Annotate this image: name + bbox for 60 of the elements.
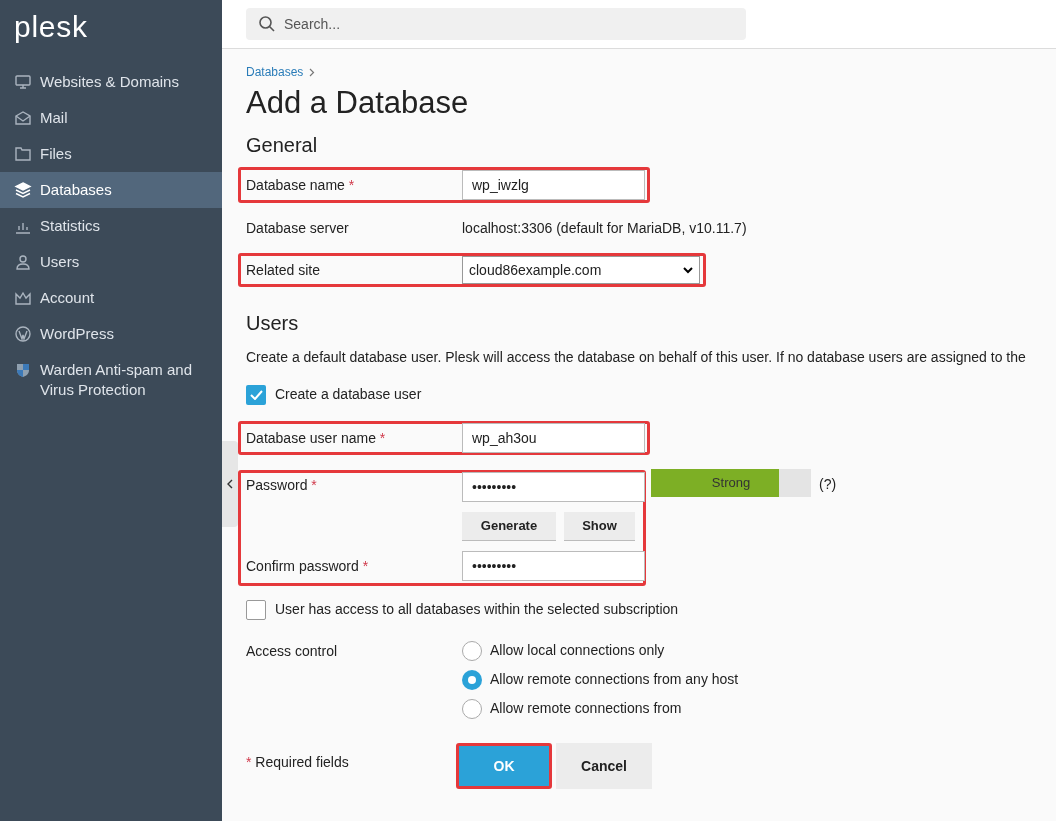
field-label: Database user name * [246,428,387,448]
radio-button[interactable] [462,669,482,690]
person-icon [14,253,32,271]
field-label: Database server [246,218,350,238]
section-heading: Users [245,311,300,336]
sidebar-item[interactable]: Databases [0,172,222,208]
checkbox-label[interactable]: Create a database user [275,384,422,405]
button[interactable]: Show [564,512,635,540]
envelope-icon [14,109,32,127]
layers-icon [14,181,32,199]
sidebar-item[interactable]: Mail [0,100,222,136]
password-field[interactable]: ••••••••• [462,551,645,581]
radio-button[interactable] [462,640,482,661]
plesk-logo[interactable]: plesk [14,10,88,43]
field-value: localhost:3306 (default for MariaDB, v10.11.7) [462,218,747,238]
breadcrumb-link[interactable]: Databases [246,63,304,81]
sidebar-item[interactable]: Files [0,136,222,172]
page-title: Add a Database [245,84,470,122]
field-label: Confirm password * [246,556,370,576]
field-label: Access control [246,642,339,661]
wordpress-icon [14,325,32,343]
radio-label[interactable]: Allow local connections only [490,640,665,661]
field-label: Related site [246,260,321,280]
text-field[interactable]: wp_ah3ou [462,423,645,453]
sidebar-item[interactable]: Users [0,244,222,280]
crown-icon [14,289,32,307]
sidebar-item[interactable]: WordPress [0,316,222,352]
field-label: Database name * [246,175,356,195]
cancel-button[interactable]: Cancel [556,743,652,789]
search-icon [258,15,276,33]
strength-label: Strong [711,474,751,493]
section-description: Create a default database user. Plesk will access the database on behalf of this user. If no database users are assigned to the [245,348,1027,367]
checkbox[interactable] [246,384,266,405]
required-note: * Required fields [246,752,350,772]
folder-icon [14,145,32,163]
radio-label[interactable]: Allow remote connections from any host [490,669,739,690]
monitor-icon [14,73,32,91]
help-link[interactable]: (?) [819,474,837,495]
search-input: Search... [284,13,734,35]
radio-label[interactable]: Allow remote connections from [490,698,682,719]
checkmark-icon [249,389,263,400]
site-dropdown[interactable]: cloud86example.com [462,256,700,284]
sidebar-item[interactable]: Websites & Domains [0,64,222,100]
sidebar-item[interactable]: Account [0,280,222,316]
chevron-right-icon [309,67,316,77]
section-heading: General [245,133,319,158]
search-field[interactable]: Search... [246,8,746,40]
collapse-handle[interactable] [222,441,238,527]
text-field[interactable]: wp_iwzlg [462,170,645,200]
chevron-left-icon [227,479,233,489]
shield-icon [14,361,32,379]
password-field[interactable]: ••••••••• [462,472,645,502]
checkbox[interactable] [246,599,266,620]
sidebar-item[interactable]: Statistics [0,208,222,244]
checkbox-label[interactable]: User has access to all databases within the selected subscription [275,599,679,620]
sidebar-item[interactable]: Warden Anti-spam and Virus Protection [0,352,222,408]
field-label: Password * [246,476,318,495]
caret-icon [683,266,693,274]
radio-button[interactable] [462,698,482,719]
button[interactable]: Generate [462,512,556,540]
